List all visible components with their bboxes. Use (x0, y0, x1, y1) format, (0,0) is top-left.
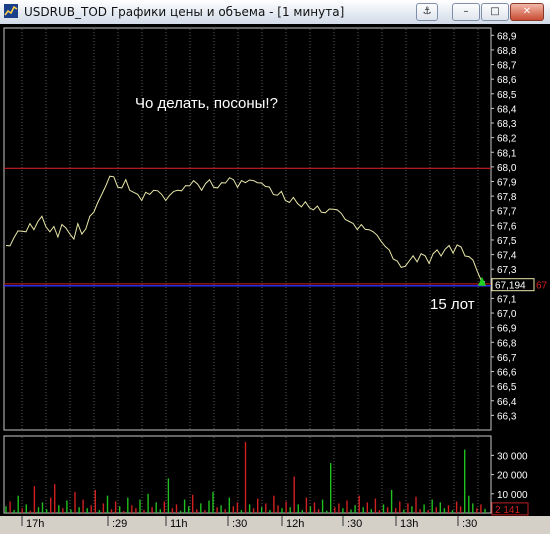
price-tick-label: 67,0 (497, 309, 517, 320)
current-volume-label: 2 141 (495, 505, 520, 516)
time-tick-label: 17h (26, 518, 44, 530)
price-tick-label: 67,9 (497, 177, 517, 188)
question-annotation: Чо делать, посоны!? (135, 95, 278, 112)
price-tick-label: 67,7 (497, 207, 517, 218)
price-tick-label: 66,3 (497, 411, 517, 422)
window-title: USDRUB_TOD Графики цены и объема - [1 ми… (24, 5, 345, 19)
price-tick-label: 68,3 (497, 119, 517, 130)
chart-area[interactable]: 68,9 68,8 68,7 68,6 68,5 68,4 68,3 68,2 68,1 68,0… (0, 24, 550, 530)
price-tick-label: 67,8 (497, 192, 517, 203)
price-tick-label: 66,6 (497, 368, 517, 379)
volume-tick-label: 10 000 (497, 490, 528, 501)
time-tick-label: :30 (462, 518, 477, 530)
price-tick-label: 66,7 (497, 353, 517, 364)
price-tick-label: 68,9 (497, 31, 517, 42)
price-volume-chart[interactable]: 68,9 68,8 68,7 68,6 68,5 68,4 68,3 68,2 68,1 68,0… (0, 24, 550, 530)
price-tick-label: 67,5 (497, 236, 517, 247)
volume-panel-frame (3, 435, 492, 514)
price-tick-label: 66,9 (497, 324, 517, 335)
price-tick-label: 66,5 (497, 382, 517, 393)
app-icon (4, 4, 18, 18)
price-tick-label: 67,6 (497, 221, 517, 232)
price-tick-label: 68,1 (497, 148, 517, 159)
app-window: USDRUB_TOD Графики цены и объема - [1 ми… (0, 0, 550, 530)
price-tick-label: 66,4 (497, 397, 517, 408)
price-tick-label: 68,0 (497, 163, 517, 174)
price-tick-label: 68,8 (497, 46, 517, 57)
close-button[interactable]: ✕ (510, 3, 544, 21)
price-tick-label: 68,7 (497, 61, 517, 72)
last-price-marker (478, 276, 486, 286)
price-tick-label: 68,5 (497, 90, 517, 101)
price-tick-label: 68,2 (497, 134, 517, 145)
current-price-cut-label: 67 (536, 281, 548, 292)
current-price-label: 67,194 (495, 281, 526, 292)
price-tick-label: 68,4 (497, 104, 517, 115)
axes: 68,9 68,8 68,7 68,6 68,5 68,4 68,3 68,2 68,1 68,0… (21, 31, 548, 530)
volume-tick-label: 30 000 (497, 451, 528, 462)
maximize-button[interactable]: □ (481, 3, 509, 21)
volume-tick-label: 20 000 (497, 471, 528, 482)
price-panel-frame (3, 27, 492, 431)
time-tick-label: :29 (112, 518, 127, 530)
title-bar[interactable]: USDRUB_TOD Графики цены и объема - [1 ми… (0, 0, 550, 25)
price-series (5, 175, 486, 286)
time-tick-label: :30 (347, 518, 362, 530)
time-tick-label: 12h (286, 518, 304, 530)
lots-annotation: 15 лот (430, 296, 475, 313)
volume-series (5, 441, 486, 513)
pin-button[interactable]: ⚓ (416, 3, 438, 21)
price-line (5, 175, 486, 283)
time-tick-label: :30 (232, 518, 247, 530)
price-tick-label: 67,3 (497, 265, 517, 276)
price-tick-label: 67,4 (497, 251, 517, 262)
price-tick-label: 68,6 (497, 75, 517, 86)
price-tick-label: 67,1 (497, 294, 517, 305)
time-tick-label: 13h (400, 518, 418, 530)
price-tick-label: 66,8 (497, 338, 517, 349)
time-tick-label: 11h (170, 518, 188, 530)
minimize-button[interactable]: – (452, 3, 480, 21)
